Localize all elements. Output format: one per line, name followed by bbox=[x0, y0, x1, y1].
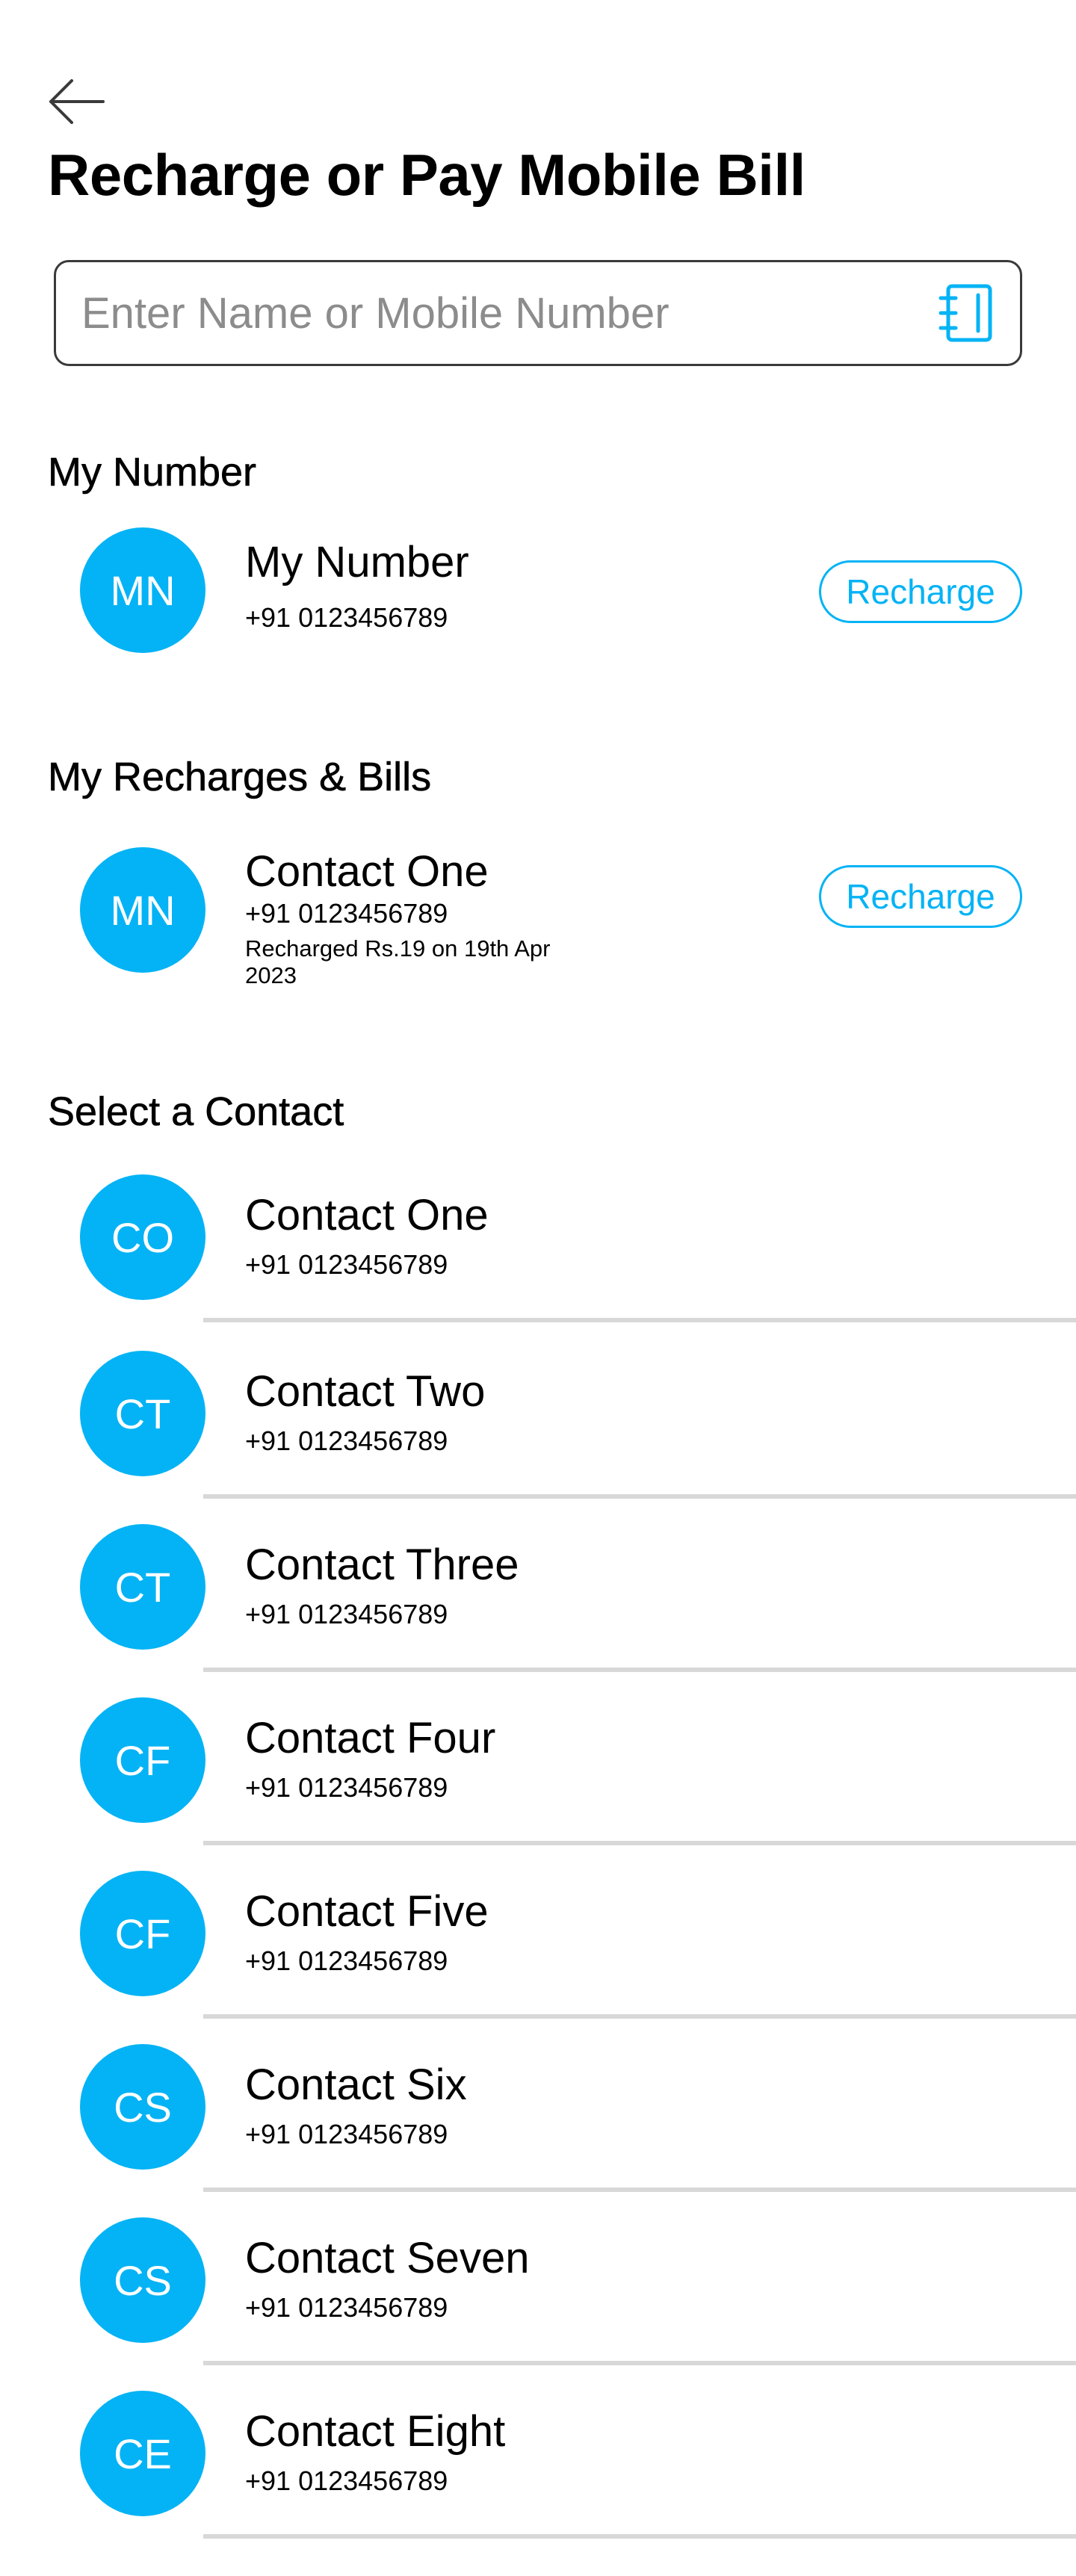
contact-phone: +91 0123456789 bbox=[245, 1599, 448, 1629]
contacts-book-button[interactable] bbox=[936, 282, 999, 344]
avatar: CE bbox=[80, 2391, 205, 2516]
contact-name: Contact Four bbox=[245, 1714, 496, 1762]
divider bbox=[203, 1318, 1076, 1322]
contact-phone: +91 0123456789 bbox=[245, 1945, 448, 1976]
avatar: CS bbox=[80, 2044, 205, 2170]
avatar: MN bbox=[80, 847, 205, 973]
contact-list-item[interactable]: CT Contact Three +91 0123456789 bbox=[0, 1521, 1076, 1694]
divider bbox=[203, 2188, 1076, 2192]
avatar: CT bbox=[80, 1351, 205, 1476]
contact-phone: +91 0123456789 bbox=[245, 1772, 448, 1803]
contact-name: Contact Seven bbox=[245, 2234, 530, 2282]
contact-list-item[interactable]: CS Contact Seven +91 0123456789 bbox=[0, 2214, 1076, 2388]
contact-phone: +91 0123456789 bbox=[245, 2292, 448, 2323]
avatar: CO bbox=[80, 1174, 205, 1300]
divider bbox=[203, 1841, 1076, 1845]
recharge-button[interactable]: Recharge bbox=[819, 560, 1022, 623]
contact-name: Contact One bbox=[245, 1191, 489, 1239]
back-button[interactable] bbox=[46, 75, 106, 129]
contact-name: Contact One bbox=[245, 847, 489, 896]
recent-recharge-row: MN Contact One +91 0123456789 Recharged … bbox=[0, 847, 1076, 997]
contact-name: My Number bbox=[245, 538, 469, 586]
avatar: CS bbox=[80, 2217, 205, 2343]
avatar: CF bbox=[80, 1697, 205, 1823]
search-box[interactable] bbox=[54, 260, 1022, 366]
divider bbox=[203, 2534, 1076, 2539]
contact-list-item[interactable]: CF Contact Five +91 0123456789 bbox=[0, 1868, 1076, 2041]
recharge-note: Recharged Rs.19 on 19th Apr 2023 bbox=[245, 935, 551, 988]
contact-name: Contact Two bbox=[245, 1367, 486, 1416]
avatar: CF bbox=[80, 1871, 205, 1996]
page-title: Recharge or Pay Mobile Bill bbox=[48, 142, 806, 208]
contacts-book-icon bbox=[939, 284, 992, 342]
recharge-button[interactable]: Recharge bbox=[819, 865, 1022, 928]
contact-name: Contact Eight bbox=[245, 2407, 506, 2456]
contact-phone: +91 0123456789 bbox=[245, 2465, 448, 2496]
divider bbox=[203, 1668, 1076, 1672]
search-input[interactable] bbox=[81, 288, 936, 338]
contact-phone: +91 0123456789 bbox=[245, 2119, 448, 2149]
contact-name: Contact Six bbox=[245, 2061, 467, 2109]
contact-list-item[interactable]: CE Contact Eight +91 0123456789 bbox=[0, 2388, 1076, 2561]
contact-list-item[interactable]: CF Contact Four +91 0123456789 bbox=[0, 1694, 1076, 1868]
contact-name: Contact Three bbox=[245, 1541, 519, 1589]
divider bbox=[203, 1494, 1076, 1499]
contact-list-item[interactable]: CO Contact One +91 0123456789 bbox=[0, 1171, 1076, 1345]
divider bbox=[203, 2361, 1076, 2365]
contact-list-item[interactable]: CT Contact Two +91 0123456789 bbox=[0, 1348, 1076, 1521]
contact-phone: +91 0123456789 bbox=[245, 1249, 448, 1280]
my-number-row: MN My Number +91 0123456789 Recharge bbox=[0, 527, 1076, 654]
contact-phone: +91 0123456789 bbox=[245, 898, 448, 929]
divider bbox=[203, 2014, 1076, 2019]
arrow-left-icon bbox=[49, 79, 105, 124]
contacts-section-title: Select a Contact bbox=[48, 1089, 344, 1135]
contact-phone: +91 0123456789 bbox=[245, 602, 448, 633]
contact-name: Contact Five bbox=[245, 1887, 489, 1936]
avatar: MN bbox=[80, 527, 205, 653]
contact-phone: +91 0123456789 bbox=[245, 1425, 448, 1456]
avatar: CT bbox=[80, 1524, 205, 1650]
recharges-section-title: My Recharges & Bills bbox=[48, 755, 432, 800]
my-number-section-title: My Number bbox=[48, 450, 257, 495]
contact-list-item[interactable]: CS Contact Six +91 0123456789 bbox=[0, 2041, 1076, 2214]
